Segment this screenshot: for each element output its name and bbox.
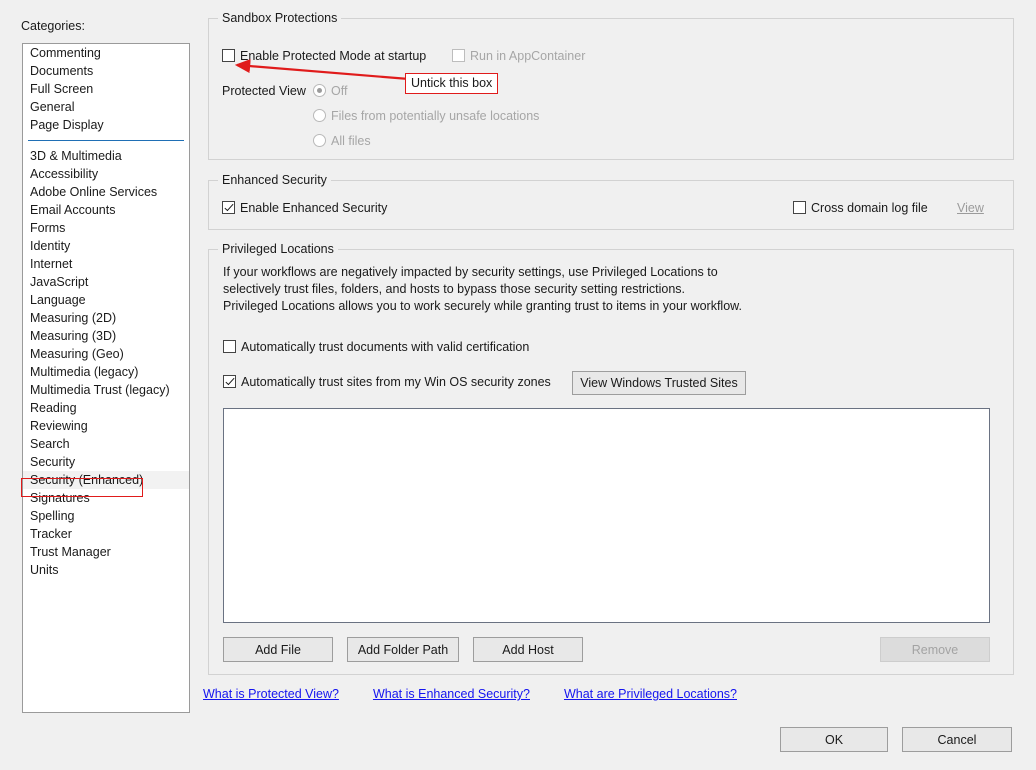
sidebar-item-search[interactable]: Search [23, 435, 189, 453]
sidebar-item-javascript[interactable]: JavaScript [23, 273, 189, 291]
enable-protected-mode-row[interactable]: Enable Protected Mode at startup [222, 49, 426, 63]
enhanced-security-title: Enhanced Security [218, 173, 331, 187]
categories-label: Categories: [21, 19, 85, 33]
sidebar-item-reviewing[interactable]: Reviewing [23, 417, 189, 435]
sandbox-protections-title: Sandbox Protections [218, 11, 342, 25]
sidebar-item-full-screen[interactable]: Full Screen [23, 80, 189, 98]
sidebar-item-identity[interactable]: Identity [23, 237, 189, 255]
sidebar-item-multimedia-legacy[interactable]: Multimedia (legacy) [23, 363, 189, 381]
run-in-appcontainer-label: Run in AppContainer [470, 49, 586, 63]
run-in-appcontainer-row: Run in AppContainer [452, 49, 585, 63]
cross-domain-log-file-checkbox[interactable] [793, 201, 806, 214]
sidebar-item-page-display[interactable]: Page Display [23, 116, 189, 134]
enable-enhanced-security-label: Enable Enhanced Security [240, 201, 388, 215]
protected-view-off-radio [313, 84, 326, 97]
run-in-appcontainer-checkbox [452, 49, 465, 62]
sidebar-item-multimedia-trust-legacy[interactable]: Multimedia Trust (legacy) [23, 381, 189, 399]
sidebar-item-reading[interactable]: Reading [23, 399, 189, 417]
enable-protected-mode-checkbox[interactable] [222, 49, 235, 62]
protected-view-option-all-files: All files [313, 134, 371, 148]
link-what-is-enhanced-security[interactable]: What is Enhanced Security? [373, 687, 530, 701]
sidebar-item-measuring-geo[interactable]: Measuring (Geo) [23, 345, 189, 363]
cross-domain-log-file-row[interactable]: Cross domain log file [793, 201, 928, 215]
sidebar-item-commenting[interactable]: Commenting [23, 44, 189, 62]
categories-separator [23, 134, 189, 147]
link-what-is-protected-view[interactable]: What is Protected View? [203, 687, 339, 701]
protected-view-label: Protected View [222, 84, 306, 98]
help-links-row: What is Protected View? What is Enhanced … [203, 687, 771, 701]
sidebar-item-adobe-online-services[interactable]: Adobe Online Services [23, 183, 189, 201]
protected-view-unsafe-radio [313, 109, 326, 122]
protected-view-option-unsafe-locations: Files from potentially unsafe locations [313, 109, 539, 123]
auto-trust-sites-label: Automatically trust sites from my Win OS… [241, 375, 551, 389]
auto-trust-sites-row[interactable]: Automatically trust sites from my Win OS… [223, 375, 551, 389]
privileged-locations-title: Privileged Locations [218, 242, 338, 256]
protected-view-all-files-radio [313, 134, 326, 147]
auto-trust-documents-checkbox[interactable] [223, 340, 236, 353]
view-log-link: View [957, 201, 984, 215]
auto-trust-sites-checkbox[interactable] [223, 375, 236, 388]
ok-button[interactable]: OK [780, 727, 888, 752]
add-file-button[interactable]: Add File [223, 637, 333, 662]
auto-trust-documents-label: Automatically trust documents with valid… [241, 340, 530, 354]
sidebar-item-forms[interactable]: Forms [23, 219, 189, 237]
sidebar-item-measuring-3d[interactable]: Measuring (3D) [23, 327, 189, 345]
annotation-callout: Untick this box [405, 73, 499, 94]
sidebar-item-email-accounts[interactable]: Email Accounts [23, 201, 189, 219]
add-folder-path-button[interactable]: Add Folder Path [347, 637, 459, 662]
sidebar-item-3d-multimedia[interactable]: 3D & Multimedia [23, 147, 189, 165]
sidebar-item-internet[interactable]: Internet [23, 255, 189, 273]
privileged-locations-description: If your workflows are negatively impacte… [223, 265, 742, 313]
sidebar-item-spelling[interactable]: Spelling [23, 507, 189, 525]
categories-group-secondary: 3D & Multimedia Accessibility Adobe Online… [23, 147, 189, 579]
auto-trust-documents-row[interactable]: Automatically trust documents with valid… [223, 340, 529, 354]
categories-group-primary: Commenting Documents Full Screen General Pag… [23, 44, 189, 134]
enable-enhanced-security-checkbox[interactable] [222, 201, 235, 214]
sidebar-item-trust-manager[interactable]: Trust Manager [23, 543, 189, 561]
sidebar-item-accessibility[interactable]: Accessibility [23, 165, 189, 183]
link-what-are-privileged-locations[interactable]: What are Privileged Locations? [564, 687, 737, 701]
view-windows-trusted-sites-button[interactable]: View Windows Trusted Sites [572, 371, 746, 395]
categories-listbox[interactable]: Commenting Documents Full Screen General Pag… [22, 43, 190, 713]
protected-view-off-label: Off [331, 84, 348, 98]
sidebar-item-tracker[interactable]: Tracker [23, 525, 189, 543]
cancel-button[interactable]: Cancel [902, 727, 1012, 752]
sidebar-item-general[interactable]: General [23, 98, 189, 116]
cross-domain-log-file-label: Cross domain log file [811, 201, 928, 215]
protected-view-all-files-label: All files [331, 134, 371, 148]
sidebar-item-documents[interactable]: Documents [23, 62, 189, 80]
protected-view-option-off: Off [313, 84, 347, 98]
sidebar-item-security[interactable]: Security [23, 453, 189, 471]
sidebar-item-measuring-2d[interactable]: Measuring (2D) [23, 309, 189, 327]
sidebar-item-units[interactable]: Units [23, 561, 189, 579]
protected-view-unsafe-label: Files from potentially unsafe locations [331, 109, 540, 123]
sidebar-item-security-enhanced[interactable]: Security (Enhanced) [23, 471, 189, 489]
enable-protected-mode-label: Enable Protected Mode at startup [240, 49, 427, 63]
sidebar-item-signatures[interactable]: Signatures [23, 489, 189, 507]
enable-enhanced-security-row[interactable]: Enable Enhanced Security [222, 201, 387, 215]
add-host-button[interactable]: Add Host [473, 637, 583, 662]
remove-button: Remove [880, 637, 990, 662]
privileged-locations-list[interactable] [223, 408, 990, 623]
sidebar-item-language[interactable]: Language [23, 291, 189, 309]
